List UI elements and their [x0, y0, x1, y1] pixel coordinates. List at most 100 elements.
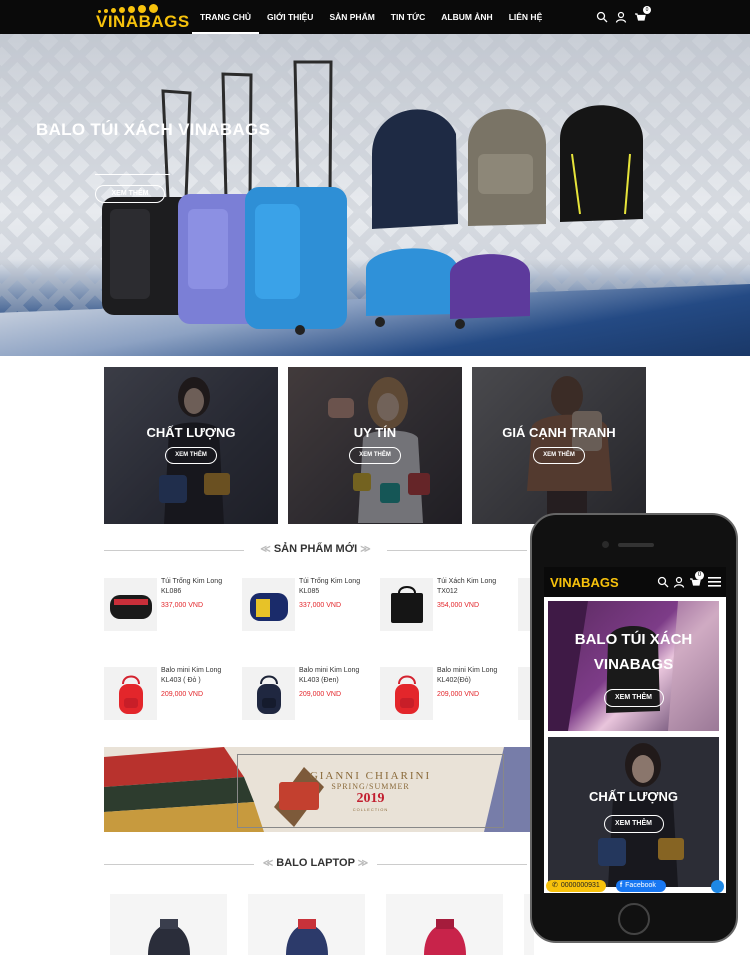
laptop-product-card[interactable]	[386, 894, 503, 955]
feature-more-button[interactable]: XEM THÊM	[165, 447, 217, 464]
product-card[interactable]: Túi Trống Kim Long KL086 337,000 VND	[104, 578, 244, 632]
product-name[interactable]: Balo mini Kim Long KL402(Đỏ)	[437, 666, 517, 686]
product-image[interactable]	[242, 578, 295, 631]
product-card[interactable]: Túi Xách Kim Long TX012 354,000 VND	[380, 578, 520, 632]
hotline-button[interactable]: ✆ 0000000931	[546, 880, 606, 892]
nav-item-news[interactable]: TIN TỨC	[383, 0, 433, 34]
logo-text: VINABAGS	[96, 12, 190, 31]
product-image[interactable]	[380, 667, 433, 720]
feature-more-button[interactable]: XEM THÊM	[533, 447, 585, 464]
mobile-hero: BALO TÚI XÁCH VINABAGS XEM THÊM	[548, 601, 719, 731]
feature-quality[interactable]: CHẤT LƯỢNG XEM THÊM	[104, 367, 278, 524]
mobile-logo[interactable]: VINABAGS	[550, 575, 619, 590]
product-card[interactable]: Balo mini Kim Long KL403 (Đen) 209,000 V…	[242, 667, 382, 721]
product-price: 354,000 VND	[437, 602, 480, 609]
product-image[interactable]	[518, 667, 530, 720]
laptop-backpack-image	[286, 919, 328, 955]
banner-text-box: GIANNI CHIARINI SPRING/SUMMER 2019 COLLE…	[237, 754, 504, 828]
duffel-bag-image	[249, 592, 288, 621]
mobile-screen: VINABAGS 0 BALO TÚI XÁCH VINABAGS XEM TH…	[544, 567, 726, 893]
site-logo[interactable]: VINABAGS	[96, 4, 190, 31]
site-header: VINABAGS TRANG CHỦ GIỚI THIỆU SẢN PHẨM T…	[0, 0, 750, 34]
handbag-image	[390, 585, 423, 623]
feature-trust[interactable]: UY TÍN XEM THÊM	[288, 367, 462, 524]
product-price: 209,000 VND	[437, 691, 480, 698]
laptop-product-card[interactable]	[248, 894, 365, 955]
mini-backpack-image	[256, 675, 281, 714]
banner-year: 2019	[356, 791, 385, 806]
messenger-icon[interactable]	[711, 879, 724, 893]
banner-season: SPRING/SUMMER	[331, 782, 410, 791]
feature-price[interactable]: GIÁ CẠNH TRANH XEM THÊM	[472, 367, 646, 524]
divider-line	[104, 550, 244, 551]
product-image[interactable]	[104, 667, 157, 720]
mini-backpack-image	[118, 675, 143, 714]
feature-more-button[interactable]: XEM THÊM	[349, 447, 401, 464]
mobile-header: VINABAGS 0	[544, 567, 726, 597]
page: VINABAGS TRANG CHỦ GIỚI THIỆU SẢN PHẨM T…	[0, 0, 750, 955]
feature-overlay	[472, 367, 646, 524]
feature-overlay	[288, 367, 462, 524]
header-icons: 0	[596, 6, 651, 23]
section-title-text: ≪ SẢN PHẨM MỚI ≫	[254, 543, 377, 555]
mobile-feature-quality[interactable]: CHẤT LƯỢNG XEM THÊM	[548, 737, 719, 887]
section-title-laptop: ≪ BALO LAPTOP ≫	[104, 857, 527, 871]
product-card[interactable]: Túi Trống Kim Long KL085 337,000 VND	[242, 578, 382, 632]
product-price: 337,000 VND	[299, 602, 342, 609]
product-image[interactable]	[104, 578, 157, 631]
nav-item-contact[interactable]: LIÊN HỆ	[501, 0, 551, 34]
phone-icon: ✆	[552, 882, 558, 889]
mobile-feature-more-button[interactable]: XEM THÊM	[603, 815, 664, 833]
divider-line	[377, 864, 527, 865]
facebook-button[interactable]: f Facebook	[615, 880, 666, 892]
search-icon[interactable]	[596, 10, 608, 23]
product-price: 337,000 VND	[161, 602, 204, 609]
menu-icon[interactable]	[708, 577, 721, 587]
feature-overlay	[104, 367, 278, 524]
mobile-feature-title: CHẤT LƯỢNG	[588, 789, 679, 804]
hero-more-button[interactable]: XEM THÊM	[95, 185, 165, 203]
divider-line	[104, 864, 254, 865]
mobile-hero-more-button[interactable]: XEM THÊM	[603, 689, 664, 707]
nav-item-about[interactable]: GIỚI THIỆU	[259, 0, 321, 34]
search-icon[interactable]	[657, 576, 669, 588]
product-name[interactable]: Túi Trống Kim Long KL086	[161, 577, 241, 597]
cart-count-badge: 0	[643, 6, 651, 14]
product-image[interactable]	[242, 667, 295, 720]
laptop-product-card[interactable]	[110, 894, 227, 955]
facebook-icon: f	[619, 882, 623, 889]
product-name[interactable]: Túi Trống Kim Long KL085	[299, 577, 379, 597]
banner-collection: COLLECTION	[352, 807, 389, 812]
feature-title: GIÁ CẠNH TRANH	[502, 425, 616, 440]
mobile-hero-title: BALO TÚI XÁCH VINABAGS	[574, 631, 693, 673]
mobile-contact-bar: ✆ 0000000931 f Facebook	[544, 879, 726, 893]
product-card-partial[interactable]	[518, 667, 530, 721]
product-card[interactable]: Balo mini Kim Long KL403 ( Đỏ ) 209,000 …	[104, 667, 244, 721]
facebook-label: Facebook	[625, 882, 656, 889]
product-card-partial[interactable]	[518, 578, 530, 632]
product-price: 209,000 VND	[161, 691, 204, 698]
product-image[interactable]	[380, 578, 433, 631]
user-icon[interactable]	[615, 10, 627, 23]
phone-mockup: VINABAGS 0 BALO TÚI XÁCH VINABAGS XEM TH…	[530, 513, 738, 943]
nav-item-products[interactable]: SẢN PHẨM	[321, 0, 382, 34]
user-icon[interactable]	[673, 576, 685, 588]
product-name[interactable]: Túi Xách Kim Long TX012	[437, 577, 517, 597]
duffel-bag-image	[109, 594, 152, 619]
product-name[interactable]: Balo mini Kim Long KL403 ( Đỏ )	[161, 666, 241, 686]
cart-icon[interactable]: 0	[634, 6, 651, 22]
promo-banner[interactable]: GIANNI CHIARINI SPRING/SUMMER 2019 COLLE…	[104, 747, 530, 832]
product-name[interactable]: Balo mini Kim Long KL403 (Đen)	[299, 666, 379, 686]
hero-slider: BALO TÚI XÁCH VINABAGS XEM THÊM	[0, 34, 750, 356]
nav-item-album[interactable]: ALBUM ẢNH	[433, 0, 500, 34]
phone-home-button	[618, 903, 650, 935]
product-image[interactable]	[518, 578, 530, 631]
section-title-text: ≪ BALO LAPTOP ≫	[256, 857, 375, 869]
product-price: 209,000 VND	[299, 691, 342, 698]
hero-title: BALO TÚI XÁCH VINABAGS	[36, 120, 271, 139]
nav-item-home[interactable]: TRANG CHỦ	[192, 0, 259, 34]
laptop-backpack-image	[424, 919, 466, 955]
product-card[interactable]: Balo mini Kim Long KL402(Đỏ) 209,000 VND	[380, 667, 520, 721]
section-title-new-products: ≪ SẢN PHẨM MỚI ≫	[104, 543, 527, 557]
phone-speaker	[618, 543, 654, 547]
